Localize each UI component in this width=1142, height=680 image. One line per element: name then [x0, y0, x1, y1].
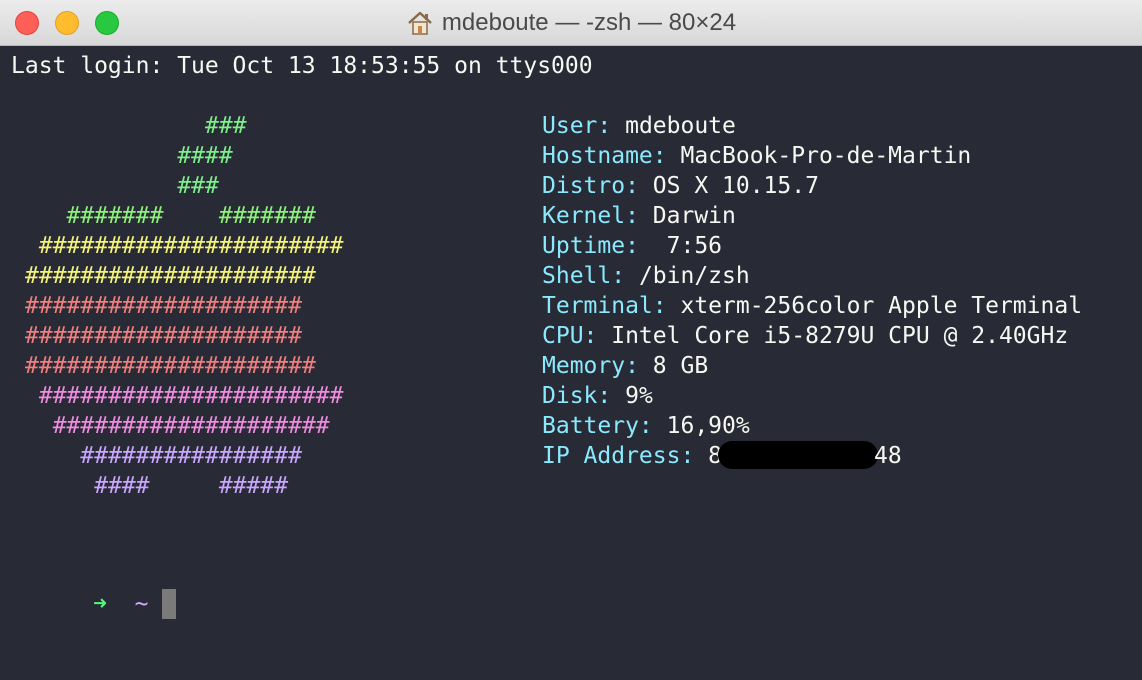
info-key: Shell: — [542, 263, 626, 289]
info-value: Intel Core i5-8279U CPU @ 2.40GHz — [597, 323, 1069, 349]
ascii-art-row: ###################### — [25, 383, 344, 409]
info-key: User: — [542, 113, 612, 139]
title-bar[interactable]: mdeboute — -zsh — 80×24 — [0, 0, 1142, 46]
shell-prompt[interactable]: ➜ ~ — [10, 559, 177, 619]
prompt-arrow: ➜ — [93, 591, 107, 617]
ascii-art-row: ##################### — [25, 353, 316, 379]
ascii-art-row: ###################### — [25, 233, 344, 259]
prompt-directory: ~ — [134, 591, 149, 617]
info-row: Disk: 9% — [542, 381, 1082, 411]
info-value: 8 GB — [638, 353, 709, 379]
info-value: mdeboute — [611, 113, 736, 139]
ip-value-end: 48 — [874, 443, 902, 469]
terminal-window: mdeboute — -zsh — 80×24 Last login: Tue … — [0, 0, 1142, 680]
info-key: Hostname: — [542, 143, 667, 169]
ascii-art-row: ### — [25, 173, 219, 199]
info-row: Terminal: xterm-256color Apple Terminal — [542, 291, 1082, 321]
system-info-list: User: mdeboute Hostname: MacBook-Pro-de-M… — [542, 111, 1082, 471]
home-icon — [408, 11, 432, 35]
info-value: xterm-256color Apple Terminal — [666, 293, 1083, 319]
info-value: Darwin — [638, 203, 736, 229]
info-value: 7:56 — [638, 233, 723, 259]
window-title: mdeboute — -zsh — 80×24 — [441, 9, 737, 36]
ascii-art-row: #################### — [25, 293, 302, 319]
ascii-art-row: ### — [25, 113, 247, 139]
ascii-art-row: #### — [25, 143, 233, 169]
info-row: Memory: 8 GB — [542, 351, 1082, 381]
ascii-art-row: #################### — [25, 323, 302, 349]
ascii-art-row: ##################### — [25, 263, 316, 289]
info-key: IP Address: — [542, 443, 695, 469]
info-value: 16,90% — [652, 413, 750, 439]
redaction-bar — [718, 440, 879, 469]
terminal-content[interactable]: Last login: Tue Oct 13 18:53:55 on ttys0… — [0, 46, 1142, 680]
ascii-art-row: #################### — [25, 413, 330, 439]
info-value: /bin/zsh — [625, 263, 750, 289]
info-key: Terminal: — [542, 293, 667, 319]
info-row: Hostname: MacBook-Pro-de-Martin — [542, 141, 1082, 171]
info-value: 9% — [611, 383, 653, 409]
info-key: Distro: — [542, 173, 639, 199]
last-login-line: Last login: Tue Oct 13 18:53:55 on ttys0… — [11, 53, 593, 79]
info-row: CPU: Intel Core i5-8279U CPU @ 2.40GHz — [542, 321, 1082, 351]
info-row: Kernel: Darwin — [542, 201, 1082, 231]
info-key: Kernel: — [542, 203, 639, 229]
info-key: Battery: — [542, 413, 653, 439]
window-title-group: mdeboute — -zsh — 80×24 — [0, 0, 1142, 46]
info-value: MacBook-Pro-de-Martin — [666, 143, 972, 169]
text-cursor — [162, 589, 177, 619]
ascii-art-row: ################ — [25, 443, 302, 469]
ascii-art-row: ####### ####### — [25, 203, 316, 229]
info-value: OS X 10.15.7 — [638, 173, 819, 199]
info-row: Battery: 16,90% — [542, 411, 1082, 441]
info-key: Uptime: — [542, 233, 639, 259]
info-key: Disk: — [542, 383, 612, 409]
info-key: CPU: — [542, 323, 598, 349]
info-row: Shell: /bin/zsh — [542, 261, 1082, 291]
info-row: Uptime: 7:56 — [542, 231, 1082, 261]
info-row: Distro: OS X 10.15.7 — [542, 171, 1082, 201]
info-row-ip: IP Address: 8 48 — [542, 440, 1082, 471]
ascii-apple-logo: ### #### ### ####### ####### ###########… — [25, 111, 344, 499]
ascii-art-row: #### ##### — [25, 473, 289, 499]
info-row: User: mdeboute — [542, 111, 1082, 141]
info-key: Memory: — [542, 353, 639, 379]
